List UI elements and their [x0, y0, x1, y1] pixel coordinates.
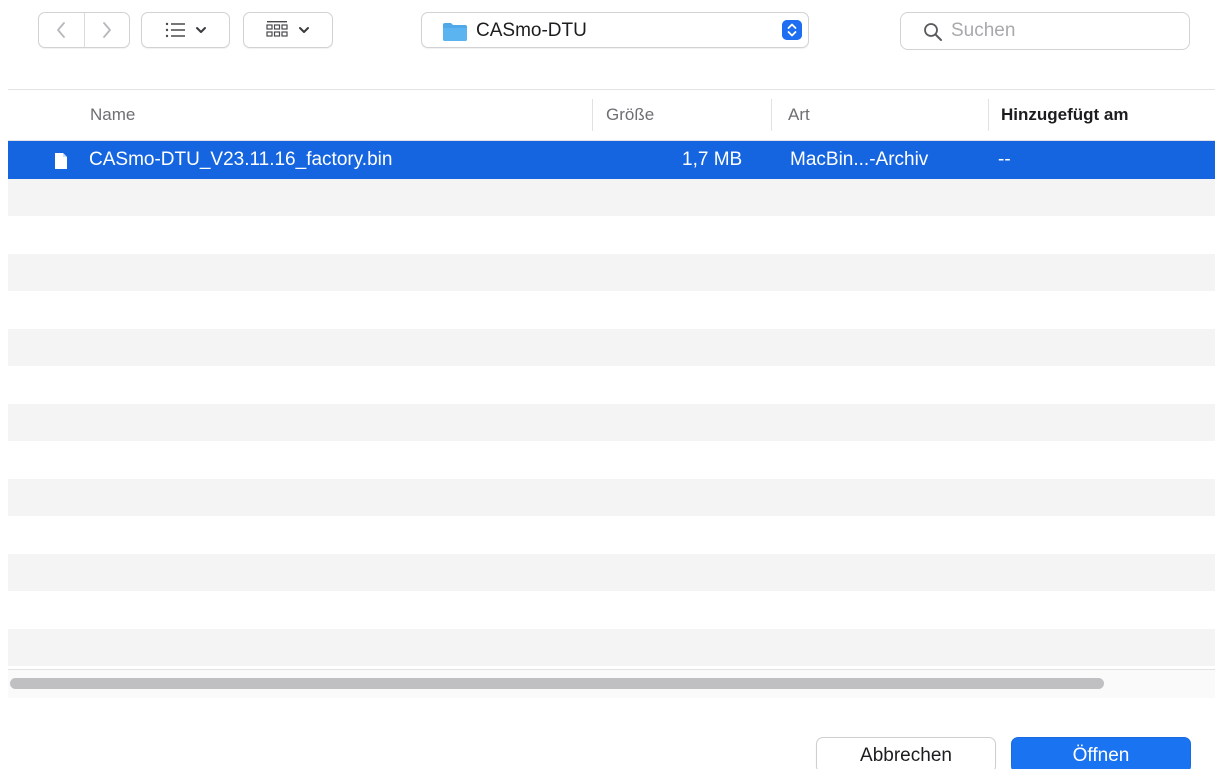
- grid-view-icon: [266, 21, 288, 37]
- search-field[interactable]: [900, 12, 1190, 50]
- horizontal-scrollbar[interactable]: [8, 669, 1215, 698]
- file-name: CASmo-DTU_V23.11.16_factory.bin: [89, 149, 393, 170]
- column-header-date-added[interactable]: Hinzugefügt am: [1001, 90, 1129, 140]
- file-date-added: --: [998, 149, 1011, 170]
- back-button[interactable]: [39, 13, 84, 47]
- group-by-button[interactable]: [243, 12, 333, 48]
- chevron-down-icon: [195, 27, 206, 33]
- empty-row: [8, 629, 1215, 666]
- folder-icon: [443, 23, 467, 41]
- empty-row: [8, 254, 1215, 291]
- scrollbar-thumb[interactable]: [10, 678, 1104, 689]
- file-size: 1,7 MB: [682, 149, 743, 170]
- column-divider[interactable]: [592, 99, 593, 131]
- column-divider[interactable]: [988, 99, 989, 131]
- toolbar: CASmo-DTU: [0, 0, 1215, 70]
- column-header-size[interactable]: Größe: [606, 90, 654, 140]
- chevron-right-icon: [103, 22, 111, 38]
- open-button[interactable]: Öffnen: [1011, 737, 1191, 769]
- document-icon: [55, 153, 67, 169]
- empty-row: [8, 179, 1215, 216]
- list-view-icon: [165, 22, 185, 38]
- open-file-dialog: CASmo-DTU Name Größe Art Hinzugefügt am: [0, 0, 1215, 769]
- file-kind: MacBin...-Archiv: [790, 149, 929, 170]
- search-input[interactable]: [951, 19, 1171, 43]
- forward-button[interactable]: [83, 13, 129, 47]
- column-header-row: Name Größe Art Hinzugefügt am: [8, 90, 1215, 141]
- column-header-name[interactable]: Name: [90, 90, 135, 140]
- empty-row: [8, 479, 1215, 516]
- navigation-buttons: [38, 12, 130, 48]
- group-by-content: [244, 13, 332, 47]
- up-down-stepper-icon: [782, 20, 802, 40]
- column-header-kind[interactable]: Art: [788, 90, 810, 140]
- chevron-left-icon: [57, 22, 66, 38]
- empty-row: [8, 404, 1215, 441]
- search-icon: [924, 23, 942, 41]
- view-mode-content: [142, 13, 229, 47]
- chevron-down-icon: [299, 27, 309, 33]
- location-popup[interactable]: CASmo-DTU: [421, 12, 809, 48]
- cancel-button[interactable]: Abbrechen: [816, 737, 996, 769]
- view-mode-button[interactable]: [141, 12, 230, 48]
- file-rows: CASmo-DTU_V23.11.16_factory.bin 1,7 MB M…: [8, 141, 1215, 669]
- file-row-selected[interactable]: CASmo-DTU_V23.11.16_factory.bin 1,7 MB M…: [8, 141, 1215, 179]
- column-divider[interactable]: [771, 99, 772, 131]
- empty-row: [8, 554, 1215, 591]
- file-list: Name Größe Art Hinzugefügt am CASmo-DTU_…: [8, 89, 1215, 698]
- location-label: CASmo-DTU: [476, 20, 587, 41]
- empty-row: [8, 329, 1215, 366]
